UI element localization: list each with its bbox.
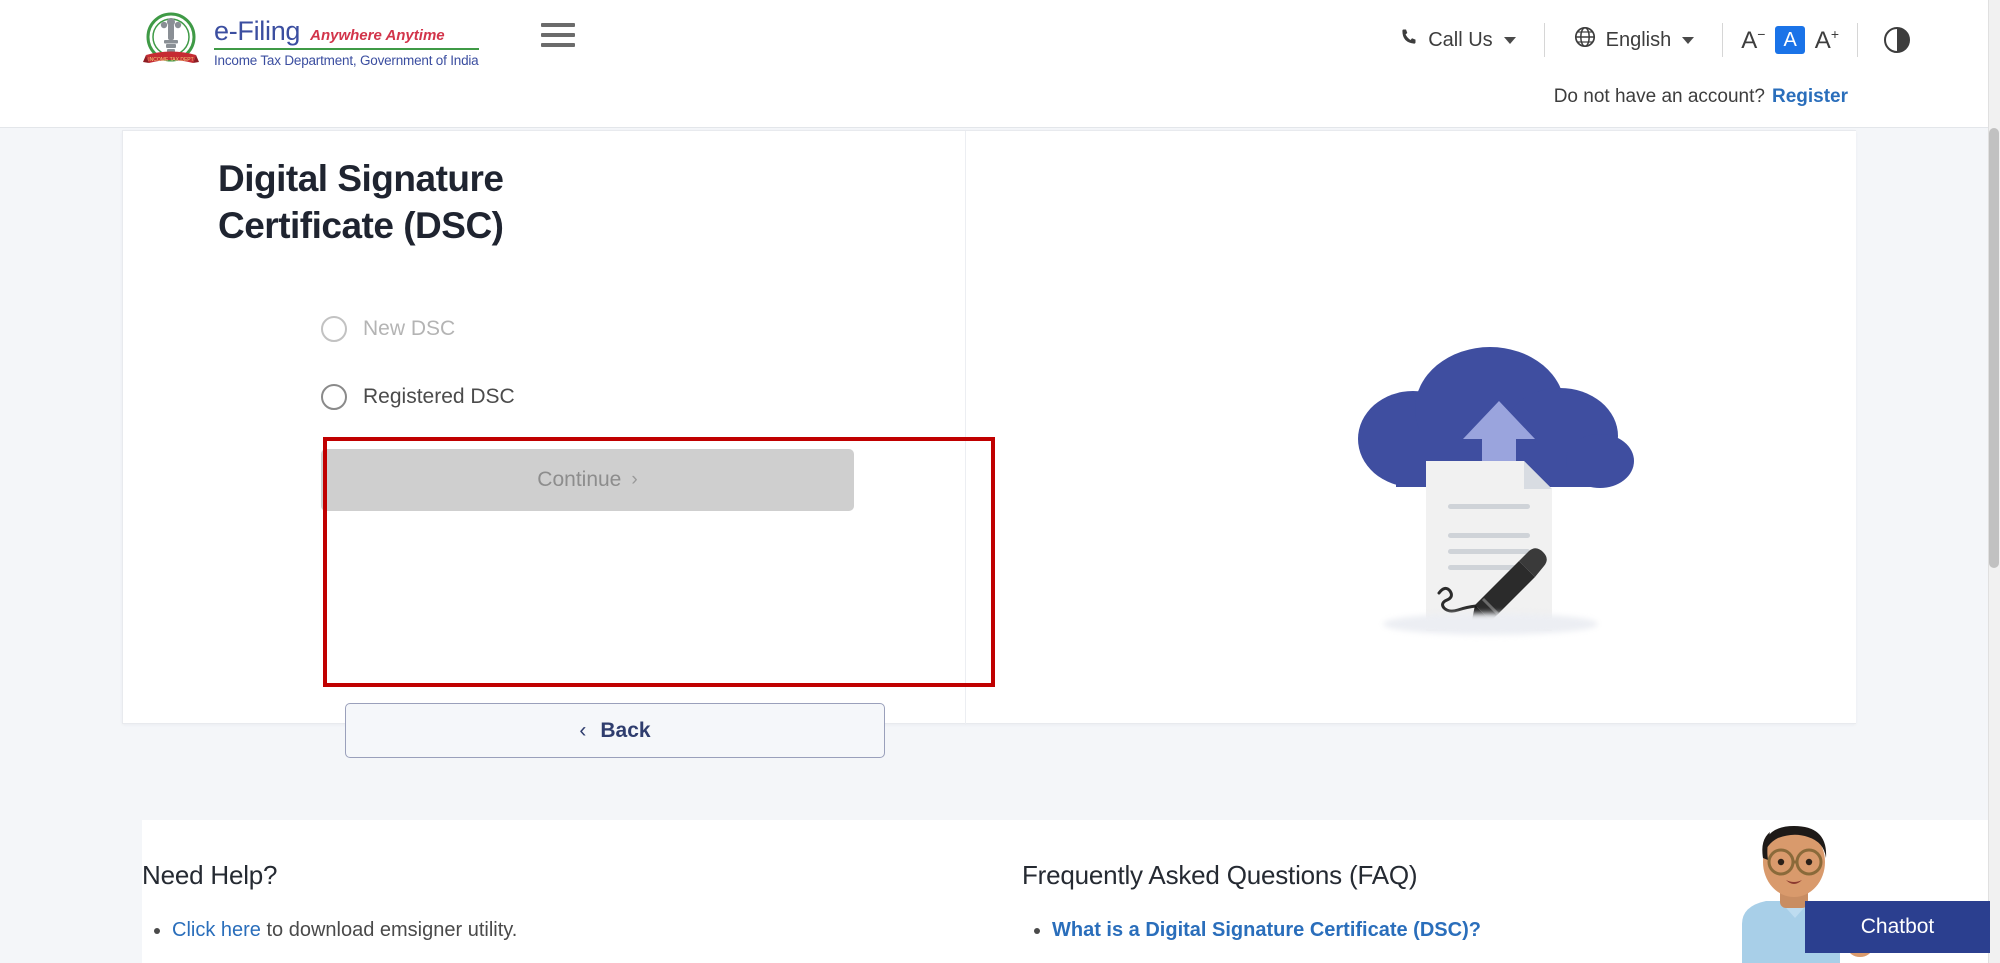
header-utility-bar: Call Us English: [1379, 18, 1928, 62]
phone-icon: [1399, 27, 1419, 53]
page-scrollbar-thumb[interactable]: [1989, 128, 1999, 568]
header-divider: [1857, 23, 1858, 57]
brand-text: e-Filing Anywhere Anytime Income Tax Dep…: [214, 14, 479, 68]
site-header: INCOME TAX DEPT e-Filing Anywhere Anytim…: [0, 0, 1990, 128]
back-button-label: Back: [600, 719, 650, 743]
site-logo[interactable]: INCOME TAX DEPT e-Filing Anywhere Anytim…: [140, 10, 479, 72]
account-prompt-text: Do not have an account?: [1554, 86, 1765, 107]
dsc-main-card: Digital Signature Certificate (DSC) New …: [122, 130, 1856, 724]
card-vertical-divider: [965, 131, 966, 725]
brand-tagline: Anywhere Anytime: [310, 27, 444, 44]
faq-what-is-dsc-link[interactable]: What is a Digital Signature Certificate …: [1052, 919, 1481, 941]
chatbot-button[interactable]: Chatbot: [1805, 901, 1990, 953]
radio-label-registered-dsc: Registered DSC: [363, 385, 515, 409]
page-title: Digital Signature Certificate (DSC): [218, 156, 638, 250]
list-item: Click here to download emsigner utility.: [172, 915, 922, 945]
brand-title: e-Filing: [214, 16, 300, 47]
illustration-shadow: [1383, 613, 1598, 635]
call-us-button[interactable]: Call Us: [1379, 27, 1535, 53]
need-help-section: Need Help? Click here to download emsign…: [142, 860, 922, 945]
back-button[interactable]: ‹ Back: [345, 703, 885, 758]
hamburger-menu-icon[interactable]: [541, 23, 575, 49]
radio-circle-icon[interactable]: [321, 316, 347, 342]
globe-icon: [1573, 25, 1597, 55]
download-emsigner-link[interactable]: Click here: [172, 919, 261, 941]
continue-button-label: Continue: [537, 468, 621, 492]
account-prompt: Do not have an account? Register: [1554, 86, 1848, 108]
radio-option-registered-dsc[interactable]: Registered DSC: [321, 375, 864, 419]
footer-info-card: Need Help? Click here to download emsign…: [142, 820, 1990, 963]
chevron-down-icon: [1504, 37, 1516, 44]
dsc-option-form: New DSC Registered DSC Continue ›: [321, 307, 864, 511]
chevron-down-icon: [1682, 37, 1694, 44]
continue-button[interactable]: Continue ›: [321, 449, 854, 511]
chatbot-button-label: Chatbot: [1861, 915, 1935, 939]
font-decrease-button[interactable]: A−: [1731, 25, 1775, 55]
need-help-title: Need Help?: [142, 860, 922, 891]
need-help-list: Click here to download emsigner utility.: [142, 915, 922, 945]
india-national-emblem-icon: INCOME TAX DEPT: [140, 10, 202, 72]
register-link[interactable]: Register: [1772, 86, 1848, 107]
brand-subtitle: Income Tax Department, Government of Ind…: [214, 53, 479, 68]
contrast-toggle-icon[interactable]: [1884, 27, 1910, 53]
chevron-left-icon: ‹: [579, 719, 586, 743]
radio-circle-icon[interactable]: [321, 384, 347, 410]
call-us-label: Call Us: [1428, 29, 1492, 52]
language-selector[interactable]: English: [1553, 25, 1715, 55]
radio-option-new-dsc[interactable]: New DSC: [321, 307, 864, 351]
chatbot-widget[interactable]: Chatbot: [1720, 818, 1990, 963]
header-top-row: INCOME TAX DEPT e-Filing Anywhere Anytim…: [0, 0, 1990, 84]
language-label: English: [1606, 29, 1672, 52]
radio-label-new-dsc: New DSC: [363, 317, 455, 341]
header-divider: [1722, 23, 1723, 57]
font-increase-button[interactable]: A+: [1805, 25, 1849, 55]
font-normal-button[interactable]: A: [1775, 26, 1804, 54]
page-root: INCOME TAX DEPT e-Filing Anywhere Anytim…: [0, 0, 2000, 963]
cloud-upload-signed-document-illustration: [1338, 321, 1648, 661]
svg-text:INCOME TAX DEPT: INCOME TAX DEPT: [148, 57, 193, 63]
list-item-text: to download emsigner utility.: [261, 919, 517, 941]
chevron-right-icon: ›: [631, 469, 637, 491]
header-bottom-row: Do not have an account? Register: [0, 84, 1990, 126]
header-divider: [1544, 23, 1545, 57]
